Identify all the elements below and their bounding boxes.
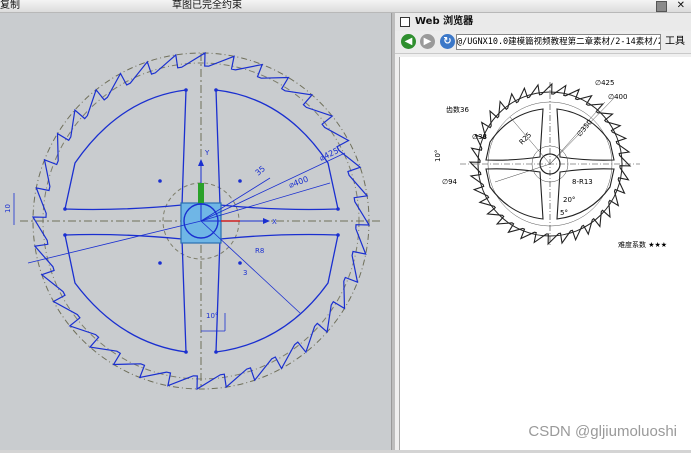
tools-menu[interactable]: 工具 (665, 34, 685, 49)
ref-window-tl (485, 108, 544, 161)
refresh-icon[interactable]: ↻ (440, 34, 455, 49)
ref-10deg: 10° (434, 150, 442, 162)
dim-label-r8: R8 (255, 247, 264, 255)
top-status-bar: 复制 草图已完全约束 ✕ (0, 0, 691, 13)
z-axis-indicator (198, 183, 204, 203)
dim-line-425 (200, 152, 346, 222)
ref-d350: ∅350 (575, 118, 594, 138)
forward-icon[interactable]: ▶ (420, 34, 435, 49)
dim-label-400: ⌀400 (288, 175, 310, 190)
ref-5deg: 5° (560, 209, 568, 217)
ref-r13: 8-R13 (572, 178, 593, 186)
address-bar[interactable]: @/UGNX10.0建模篇视频教程第二章素材/2-14素材/23.jpg (456, 34, 661, 50)
dim-label-r3: 3 (243, 269, 247, 277)
window-top-right (215, 89, 339, 211)
ref-d425: ∅425 (595, 79, 614, 87)
browser-viewport: 齿数36 ∅425 ∅400 ∅350 ∅38 ∅94 R25 8-R13 10… (399, 57, 691, 450)
dim-label-r35: 35 (254, 164, 268, 177)
window-icon (400, 17, 410, 27)
sketch-canvas[interactable]: Y X ⌀425 ⌀400 35 R8 3 10° 10 (0, 13, 391, 450)
ref-d400: ∅400 (608, 93, 627, 101)
ref-r25: R25 (518, 131, 533, 146)
browser-title: Web 浏览器 (415, 16, 474, 27)
ref-20deg: 20° (563, 196, 575, 204)
ref-window-tr (556, 108, 615, 161)
browser-title-bar: Web 浏览器 (395, 13, 691, 31)
window-bottom-left (64, 233, 187, 353)
sketch-status-text: 草图已完全约束 (172, 0, 242, 11)
close-icon[interactable]: ✕ (677, 0, 685, 12)
dim-line-left (27, 220, 202, 264)
reference-drawing: 齿数36 ∅425 ∅400 ∅350 ∅38 ∅94 R25 8-R13 10… (434, 79, 667, 249)
axis-x-label: X (272, 218, 277, 226)
ref-difficulty: 难度系数 ★★★ (618, 240, 667, 249)
axis-y-label: Y (204, 149, 210, 157)
ref-teeth-label: 齿数36 (446, 105, 469, 114)
window-top-left (64, 89, 187, 211)
dim-label-10deg: 10° (206, 312, 218, 320)
dim-label-vertical: 10 (4, 204, 12, 213)
ref-d38: ∅38 (472, 133, 487, 141)
watermark-text: CSDN @gljiumoluoshi (528, 423, 677, 440)
web-browser-panel: Web 浏览器 ◀ ▶ ↻ @/UGNX10.0建模篇视频教程第二章素材/2-1… (395, 13, 691, 450)
back-icon[interactable]: ◀ (401, 34, 416, 49)
copy-label: 复制 (0, 0, 20, 11)
ref-window-bl (485, 168, 544, 220)
pin-icon[interactable] (656, 1, 667, 12)
browser-nav-bar: ◀ ▶ ↻ @/UGNX10.0建模篇视频教程第二章素材/2-14素材/23.j… (395, 31, 691, 54)
sketch-drawing: Y X ⌀425 ⌀400 35 R8 3 10° 10 (4, 51, 380, 391)
ref-d94: ∅94 (442, 178, 458, 186)
